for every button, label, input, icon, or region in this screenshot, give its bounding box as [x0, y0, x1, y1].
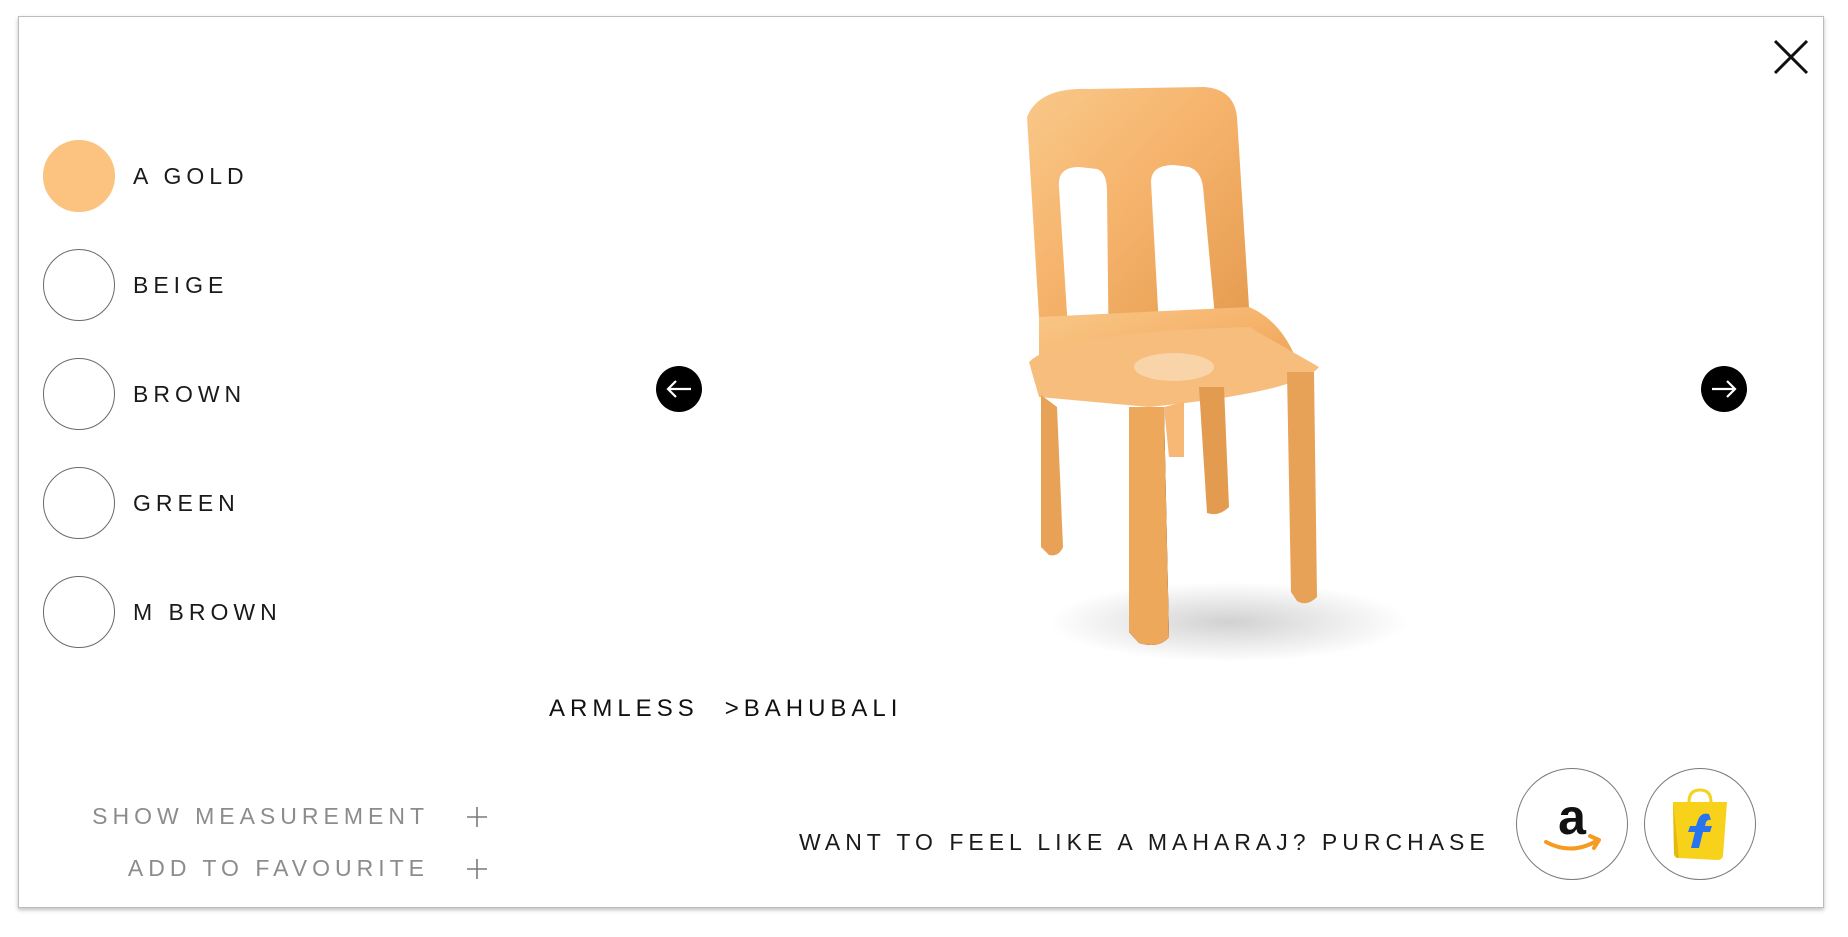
breadcrumb-separator: > — [724, 695, 744, 722]
breadcrumb-product: BAHUBALI — [743, 695, 903, 722]
show-measurement-label: SHOW MEASUREMENT — [92, 803, 429, 829]
flipkart-icon — [1673, 788, 1727, 860]
amazon-icon: a — [1544, 789, 1601, 851]
plus-icon — [467, 858, 487, 879]
next-product-button[interactable] — [1701, 366, 1747, 412]
swatch-color-dot[interactable] — [43, 140, 115, 212]
breadcrumb-category[interactable]: ARMLESS — [549, 695, 699, 722]
swatch-color-dot[interactable] — [43, 358, 115, 430]
swatch-a-gold[interactable]: A GOLD — [43, 139, 282, 213]
swatch-label: M BROWN — [133, 598, 282, 625]
product-viewer-modal: A GOLD BEIGE BROWN GREEN M BROWN ARMLESS… — [18, 16, 1824, 908]
close-button[interactable] — [1767, 33, 1815, 81]
breadcrumb: ARMLESS >BAHUBALI — [549, 695, 902, 723]
add-to-favourite-button[interactable]: ADD TO FAVOURITE — [79, 855, 489, 882]
swatch-beige[interactable]: BEIGE — [43, 248, 282, 322]
show-measurement-button[interactable]: SHOW MEASUREMENT — [79, 803, 489, 830]
flipkart-store-button[interactable] — [1644, 768, 1756, 880]
close-icon — [1773, 39, 1809, 75]
svg-text:a: a — [1558, 789, 1587, 845]
chair-product-image — [1027, 87, 1409, 662]
swatch-label: BEIGE — [133, 271, 229, 298]
amazon-store-button[interactable]: a — [1516, 768, 1628, 880]
swatch-green[interactable]: GREEN — [43, 466, 282, 540]
swatch-label: BROWN — [133, 380, 247, 407]
previous-product-button[interactable] — [656, 366, 702, 412]
swatch-label: GREEN — [133, 489, 240, 516]
swatch-label: A GOLD — [133, 162, 249, 189]
swatch-color-dot[interactable] — [43, 467, 115, 539]
swatch-brown[interactable]: BROWN — [43, 357, 282, 431]
add-to-favourite-label: ADD TO FAVOURITE — [127, 855, 429, 881]
swatch-m-brown[interactable]: M BROWN — [43, 575, 282, 649]
swatch-color-dot[interactable] — [43, 576, 115, 648]
arrow-left-icon — [666, 380, 691, 398]
arrow-right-icon — [1712, 380, 1737, 398]
plus-icon — [467, 806, 487, 827]
swatch-color-dot[interactable] — [43, 249, 115, 321]
purchase-prompt: WANT TO FEEL LIKE A MAHARAJ? PURCHASE — [799, 829, 1490, 855]
color-swatch-list: A GOLD BEIGE BROWN GREEN M BROWN — [43, 139, 282, 684]
